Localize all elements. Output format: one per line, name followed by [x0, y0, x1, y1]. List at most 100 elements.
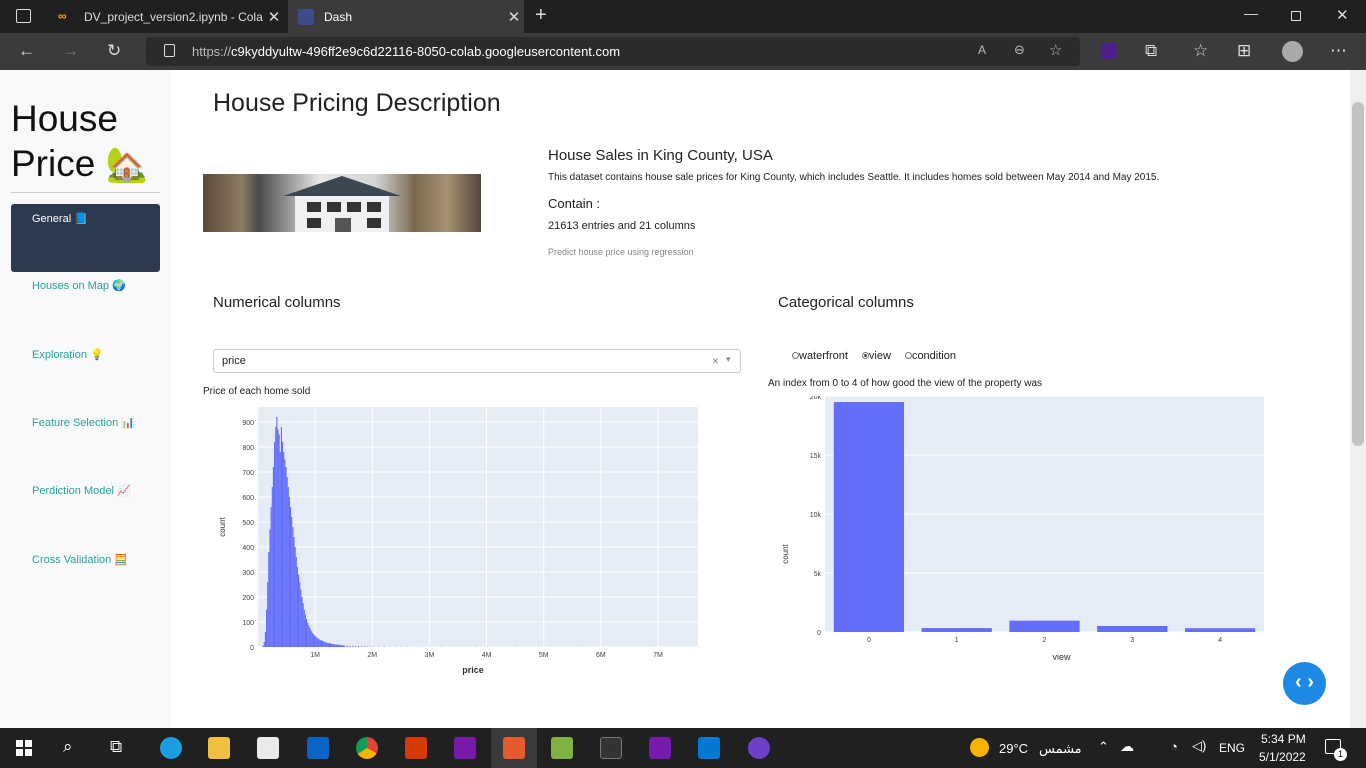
github-icon[interactable] — [748, 737, 770, 759]
histogram-bar — [358, 646, 360, 647]
histogram-bar — [319, 640, 321, 647]
scrollbar-thumb[interactable] — [1352, 102, 1364, 446]
x-tick-label: 3 — [1130, 637, 1134, 644]
tab-colab[interactable]: ∞ DV_project_version2.ipynb - Cola ✕ — [48, 0, 284, 33]
tab-colab-title: DV_project_version2.ipynb - Cola — [84, 9, 263, 24]
histogram-bar — [325, 642, 327, 647]
brand-line-2: Price — [11, 143, 96, 184]
more-menu-icon[interactable]: ⋯ — [1330, 41, 1347, 61]
sidebar-item-feature-selection[interactable]: Feature Selection 📊 — [32, 416, 135, 429]
radio-condition[interactable]: condition — [904, 350, 956, 362]
onenote-2-icon[interactable] — [649, 737, 671, 759]
numerical-heading: Numerical columns — [213, 294, 341, 311]
weather-temp[interactable]: 29°C — [999, 741, 1028, 756]
network-icon[interactable]: ◔ — [1170, 739, 1178, 754]
histogram-bar — [306, 619, 308, 647]
close-tab-icon[interactable]: ✕ — [504, 8, 524, 26]
search-icon[interactable]: ⌕ — [63, 737, 73, 757]
y-tick-label: 100 — [242, 620, 254, 627]
favorite-icon[interactable]: ☆ — [1049, 41, 1062, 59]
histogram-bar — [278, 434, 280, 647]
task-view-icon[interactable]: ⧉ — [110, 737, 122, 757]
goal-text: Predict house price using regression — [548, 247, 694, 257]
y-tick-label: 10k — [810, 512, 822, 519]
mail-icon[interactable] — [307, 737, 329, 759]
histogram-bar — [294, 547, 296, 647]
window-minimize-icon[interactable]: — — [1244, 5, 1258, 21]
forward-icon[interactable]: → — [62, 41, 79, 61]
weather-sun-icon[interactable] — [970, 738, 989, 757]
read-aloud-icon[interactable]: A — [978, 43, 986, 57]
histogram-bar — [378, 646, 380, 647]
extension-icon[interactable] — [1101, 43, 1117, 59]
histogram-bar — [334, 644, 336, 647]
histogram-bar — [266, 609, 268, 647]
radio-label: view — [868, 350, 891, 362]
y-tick-label: 800 — [242, 445, 254, 452]
volume-icon[interactable]: ◁) — [1192, 738, 1206, 754]
back-icon[interactable]: ← — [18, 41, 35, 61]
x-tick-label: 6M — [596, 652, 606, 659]
colab-icon: ∞ — [58, 8, 67, 23]
tab-dash[interactable]: Dash ✕ — [288, 0, 524, 33]
window-restore-icon[interactable] — [1291, 11, 1301, 21]
x-tick-label: 4M — [482, 652, 492, 659]
code-toggle-button[interactable]: ‹ › — [1283, 662, 1326, 705]
tray-chevron-icon[interactable]: ⌃ — [1098, 739, 1109, 755]
clock-time[interactable]: 5:34 PM — [1261, 732, 1306, 746]
terminal-icon[interactable] — [600, 737, 622, 759]
window-close-icon[interactable]: ✕ — [1336, 6, 1349, 24]
histogram-bar — [279, 452, 281, 647]
cloud-icon[interactable]: ☁ — [1120, 738, 1134, 755]
histogram-bar — [333, 644, 335, 647]
numerical-column-dropdown[interactable]: price × ▾ — [213, 349, 741, 373]
windows-start-icon[interactable] — [16, 740, 32, 756]
histogram-bar — [363, 646, 365, 647]
dash-icon — [298, 8, 314, 25]
histogram-bar — [290, 507, 292, 647]
radio-waterfront[interactable]: waterfront — [792, 350, 848, 362]
notepad-icon[interactable] — [551, 737, 573, 759]
tab-actions-icon[interactable] — [16, 9, 31, 23]
sidebar-item-houses-on-map[interactable]: Houses on Map 🌍 — [32, 279, 126, 292]
url-scheme: https:// — [192, 44, 232, 59]
zoom-icon[interactable]: ⊖ — [1014, 42, 1025, 58]
file-explorer-icon[interactable] — [208, 737, 230, 759]
clear-icon[interactable]: × — [712, 354, 719, 368]
new-tab-icon[interactable]: + — [535, 4, 547, 27]
vscode-icon[interactable] — [698, 737, 720, 759]
office-icon[interactable] — [405, 737, 427, 759]
address-bar[interactable]: https://c9kyddyultw-496ff2e9c6d22116-805… — [146, 37, 1080, 66]
extensions-puzzle-icon[interactable]: ⧉ — [1145, 41, 1157, 61]
chevron-down-icon[interactable]: ▾ — [726, 354, 731, 365]
active-app-highlight[interactable] — [491, 728, 537, 768]
language-indicator[interactable]: ENG — [1219, 741, 1245, 755]
profile-avatar[interactable] — [1282, 41, 1303, 62]
histogram-bar — [340, 645, 342, 647]
clock-date[interactable]: 5/1/2022 — [1259, 750, 1306, 764]
collections-icon[interactable]: ⊞ — [1237, 41, 1251, 61]
histogram-bar — [263, 642, 265, 647]
sidebar-item-general[interactable]: General 📘 — [11, 204, 160, 272]
contain-value: 21613 entries and 21 columns — [548, 220, 696, 232]
weather-text[interactable]: مشمس — [1039, 741, 1082, 757]
notification-badge[interactable]: 1 — [1334, 748, 1347, 761]
y-tick-label: 300 — [242, 570, 254, 577]
bar — [1184, 628, 1256, 632]
sidebar-divider — [11, 192, 160, 193]
sidebar-item-prediction-model[interactable]: Perdiction Model 📈 — [32, 484, 131, 497]
store-icon[interactable] — [257, 737, 279, 759]
refresh-icon[interactable]: ↻ — [107, 41, 121, 61]
categorical-radio-group: waterfront view condition — [792, 350, 956, 362]
sidebar-item-exploration[interactable]: Exploration 💡 — [32, 348, 104, 361]
chrome-icon[interactable] — [356, 737, 378, 759]
onenote-icon[interactable] — [454, 737, 476, 759]
histogram-bar — [316, 637, 318, 647]
x-axis-title: view — [1052, 652, 1071, 662]
close-tab-icon[interactable]: ✕ — [264, 8, 284, 26]
sidebar-item-cross-validation[interactable]: Cross Validation 🧮 — [32, 553, 128, 566]
radio-view[interactable]: view — [861, 350, 891, 362]
favorites-icon[interactable]: ☆ — [1193, 41, 1208, 61]
edge-icon[interactable] — [160, 737, 182, 759]
histogram-bar — [272, 467, 274, 647]
